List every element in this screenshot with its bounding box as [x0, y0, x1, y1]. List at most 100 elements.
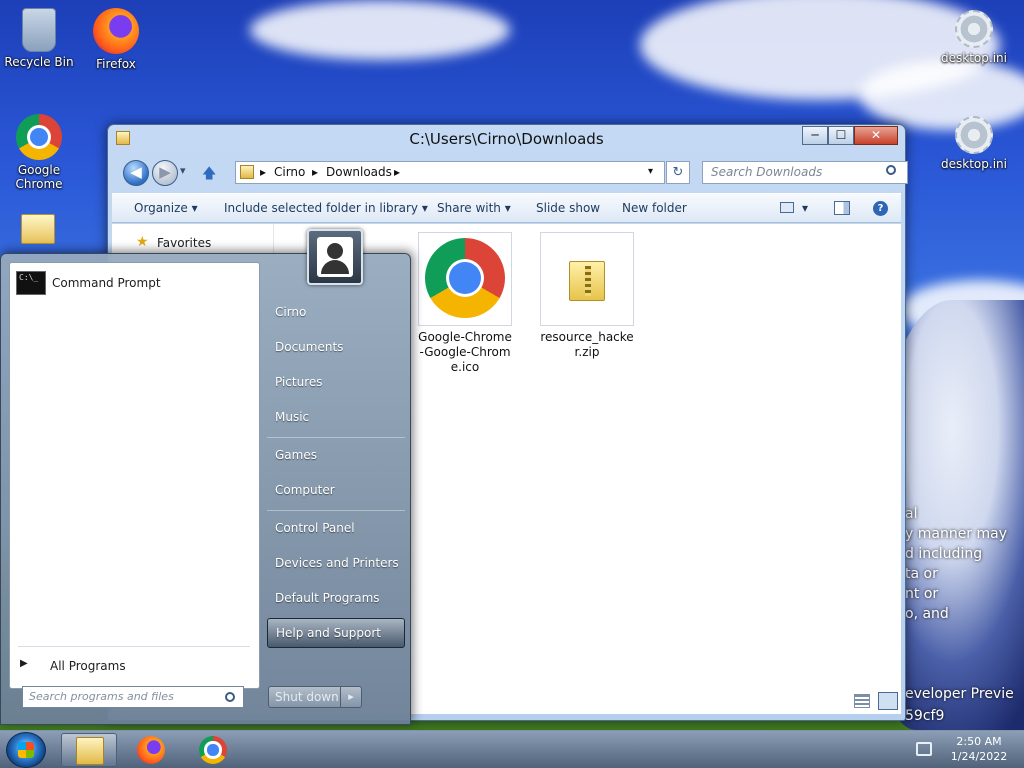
- address-bar[interactable]: ▸ Cirno ▸ Downloads ▸ ▾: [235, 161, 665, 184]
- zip-folder-icon: [569, 261, 605, 301]
- new-folder-button[interactable]: New folder: [622, 201, 687, 215]
- start-item-games[interactable]: Games: [267, 440, 405, 470]
- file-name: resource_hacker.zip: [540, 330, 634, 359]
- preview-pane-icon[interactable]: [834, 201, 850, 215]
- start-item-documents[interactable]: Documents: [267, 332, 405, 362]
- file-thumbnail: [418, 232, 512, 326]
- help-icon[interactable]: ?: [873, 201, 888, 216]
- command-bar: Organize ▾ Include selected folder in li…: [112, 193, 901, 223]
- clock-date: 1/24/2022: [950, 750, 1008, 763]
- wallpaper-text: 59cf9: [905, 708, 945, 724]
- desktop-icon-label: desktop.ini: [941, 51, 1007, 65]
- forward-button[interactable]: ▶: [152, 160, 178, 186]
- user-account-picture[interactable]: [307, 229, 363, 285]
- search-input[interactable]: Search Downloads: [702, 161, 908, 184]
- start-menu-programs-pane: C:\_ Command Prompt ▶ All Programs: [9, 262, 260, 689]
- breadcrumb-separator[interactable]: ▸: [260, 165, 266, 179]
- chevron-right-icon: ▶: [20, 658, 28, 669]
- user-silhouette-body: [321, 260, 349, 274]
- navigation-bar: ◀ ▶ ▾ 🡅 ▸ Cirno ▸ Downloads ▸ ▾ ↻ Search…: [118, 160, 908, 187]
- large-icons-view-icon[interactable]: [878, 692, 898, 710]
- taskbar-item-chrome[interactable]: [185, 733, 241, 767]
- desktop-icon-label: Google Chrome: [15, 163, 63, 191]
- wallpaper-text: o, and: [905, 606, 949, 622]
- desktop-icon-desktop-ini[interactable]: desktop.ini: [938, 10, 1010, 65]
- recent-pages-dropdown[interactable]: ▾: [180, 164, 186, 177]
- organize-button[interactable]: Organize ▾: [134, 201, 198, 215]
- all-programs-button[interactable]: ▶ All Programs: [14, 653, 254, 679]
- breadcrumb-separator[interactable]: ▸: [394, 165, 400, 179]
- start-button[interactable]: [6, 732, 46, 768]
- breadcrumb-downloads[interactable]: Downloads: [326, 165, 392, 179]
- breadcrumb-cirno[interactable]: Cirno: [274, 165, 305, 179]
- user-silhouette-icon: [327, 243, 343, 259]
- firefox-icon: [93, 8, 139, 54]
- divider: [267, 437, 405, 438]
- file-item-resource-hacker-zip[interactable]: resource_hacker.zip: [538, 232, 636, 360]
- windows-logo-icon: [18, 742, 34, 758]
- command-prompt-icon: C:\_: [16, 271, 46, 295]
- taskbar-item-firefox[interactable]: [123, 733, 179, 767]
- recycle-bin-icon: [22, 8, 56, 52]
- organize-label: Organize: [134, 201, 188, 215]
- start-item-default-programs[interactable]: Default Programs: [267, 583, 405, 613]
- system-clock[interactable]: 2:50 AM 1/24/2022: [940, 734, 1018, 764]
- start-item-help-and-support[interactable]: Help and Support: [267, 618, 405, 648]
- taskbar: 2:50 AM 1/24/2022: [0, 730, 1024, 768]
- taskbar-item-explorer[interactable]: [61, 733, 117, 767]
- chrome-icon: [425, 238, 505, 318]
- wallpaper-text: ta or: [905, 566, 938, 582]
- up-arrow-icon[interactable]: 🡅: [202, 163, 216, 187]
- start-item-pictures[interactable]: Pictures: [267, 367, 405, 397]
- start-item-control-panel[interactable]: Control Panel: [267, 513, 405, 543]
- desktop-icon-recycle-bin[interactable]: Recycle Bin: [3, 8, 75, 69]
- desktop-icon-google-chrome[interactable]: Google Chrome: [3, 114, 75, 191]
- favorites-item[interactable]: Favorites: [157, 236, 211, 250]
- shutdown-options-arrow[interactable]: ▸: [340, 687, 361, 707]
- chevron-down-icon: ▾: [191, 201, 198, 215]
- close-button[interactable]: ✕: [854, 126, 898, 145]
- address-dropdown[interactable]: ▾: [648, 166, 653, 177]
- maximize-button[interactable]: ☐: [828, 126, 854, 145]
- include-in-library-label: Include selected folder in library: [224, 201, 418, 215]
- divider: [267, 510, 405, 511]
- start-item-music[interactable]: Music: [267, 402, 405, 432]
- slide-show-button[interactable]: Slide show: [536, 201, 600, 215]
- breadcrumb-separator[interactable]: ▸: [312, 165, 318, 179]
- start-item-devices-and-printers[interactable]: Devices and Printers: [267, 548, 405, 578]
- folder-icon: [76, 737, 104, 765]
- wallpaper-text: al: [905, 506, 918, 522]
- firefox-icon: [137, 736, 165, 764]
- desktop-icon-firefox[interactable]: Firefox: [80, 8, 152, 71]
- start-search-input[interactable]: Search programs and files: [22, 686, 244, 708]
- start-menu[interactable]: C:\_ Command Prompt ▶ All Programs Searc…: [0, 253, 411, 725]
- settings-file-icon: [955, 10, 993, 48]
- view-dropdown[interactable]: ▾: [802, 201, 808, 215]
- back-button[interactable]: ◀: [123, 160, 149, 186]
- program-item-command-prompt[interactable]: C:\_ Command Prompt: [14, 269, 254, 299]
- desktop-icon-label: desktop.ini: [941, 157, 1007, 171]
- file-item-chrome-ico[interactable]: Google-Chrome-Google-Chrome.ico: [416, 232, 514, 375]
- desktop-icon-folder[interactable]: [18, 214, 58, 247]
- change-view-icon[interactable]: [780, 202, 794, 213]
- minimize-button[interactable]: ─: [802, 126, 828, 145]
- settings-file-icon: [955, 116, 993, 154]
- refresh-button[interactable]: ↻: [666, 161, 690, 184]
- start-item-user[interactable]: Cirno: [267, 297, 405, 327]
- folder-icon: [21, 214, 55, 244]
- clock-time: 2:50 AM: [956, 735, 1002, 748]
- share-with-button[interactable]: Share with ▾: [437, 201, 511, 215]
- desktop-icon-desktop-ini[interactable]: desktop.ini: [938, 116, 1010, 171]
- wallpaper-text: d including: [905, 546, 983, 562]
- file-name: Google-Chrome-Google-Chrome.ico: [418, 330, 512, 374]
- details-view-icon[interactable]: [854, 694, 870, 708]
- include-in-library-button[interactable]: Include selected folder in library ▾: [224, 201, 428, 215]
- start-item-computer[interactable]: Computer: [267, 475, 405, 505]
- chevron-down-icon: ▾: [421, 201, 428, 215]
- divider: [18, 646, 250, 647]
- network-icon[interactable]: [916, 742, 932, 756]
- window-title: C:\Users\Cirno\Downloads: [409, 130, 604, 148]
- folder-icon: [240, 165, 254, 179]
- desktop-icon-label: Recycle Bin: [4, 55, 74, 69]
- chrome-icon: [16, 114, 62, 160]
